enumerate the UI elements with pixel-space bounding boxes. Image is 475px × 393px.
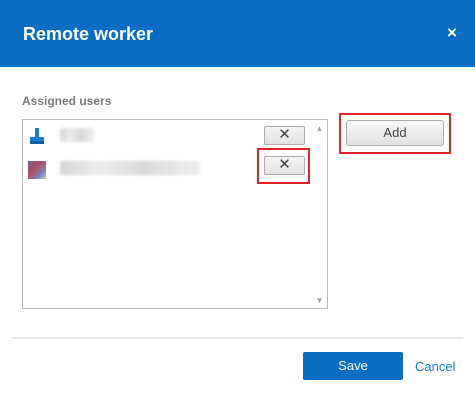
user-avatar xyxy=(28,161,46,179)
add-button-highlight xyxy=(339,113,451,154)
user-placeholder-icon xyxy=(30,128,44,144)
assigned-users-label: Assigned users xyxy=(22,94,112,108)
remove-button-highlight xyxy=(257,148,310,184)
list-scrollbar[interactable]: ▲ ▼ xyxy=(311,120,327,308)
user-name-redacted xyxy=(60,128,94,142)
scroll-up-icon[interactable]: ▲ xyxy=(315,124,324,133)
cancel-link[interactable]: Cancel xyxy=(415,359,455,374)
save-button[interactable]: Save xyxy=(303,352,403,380)
footer-divider xyxy=(12,337,463,339)
list-item[interactable]: ✕ xyxy=(28,123,308,147)
user-name-redacted xyxy=(60,161,200,175)
scroll-down-icon[interactable]: ▼ xyxy=(315,296,324,305)
close-button[interactable]: × xyxy=(444,24,460,41)
remove-user-button[interactable]: ✕ xyxy=(264,126,305,145)
dialog-header: Remote worker × xyxy=(0,0,475,67)
dialog-title: Remote worker xyxy=(23,24,154,44)
